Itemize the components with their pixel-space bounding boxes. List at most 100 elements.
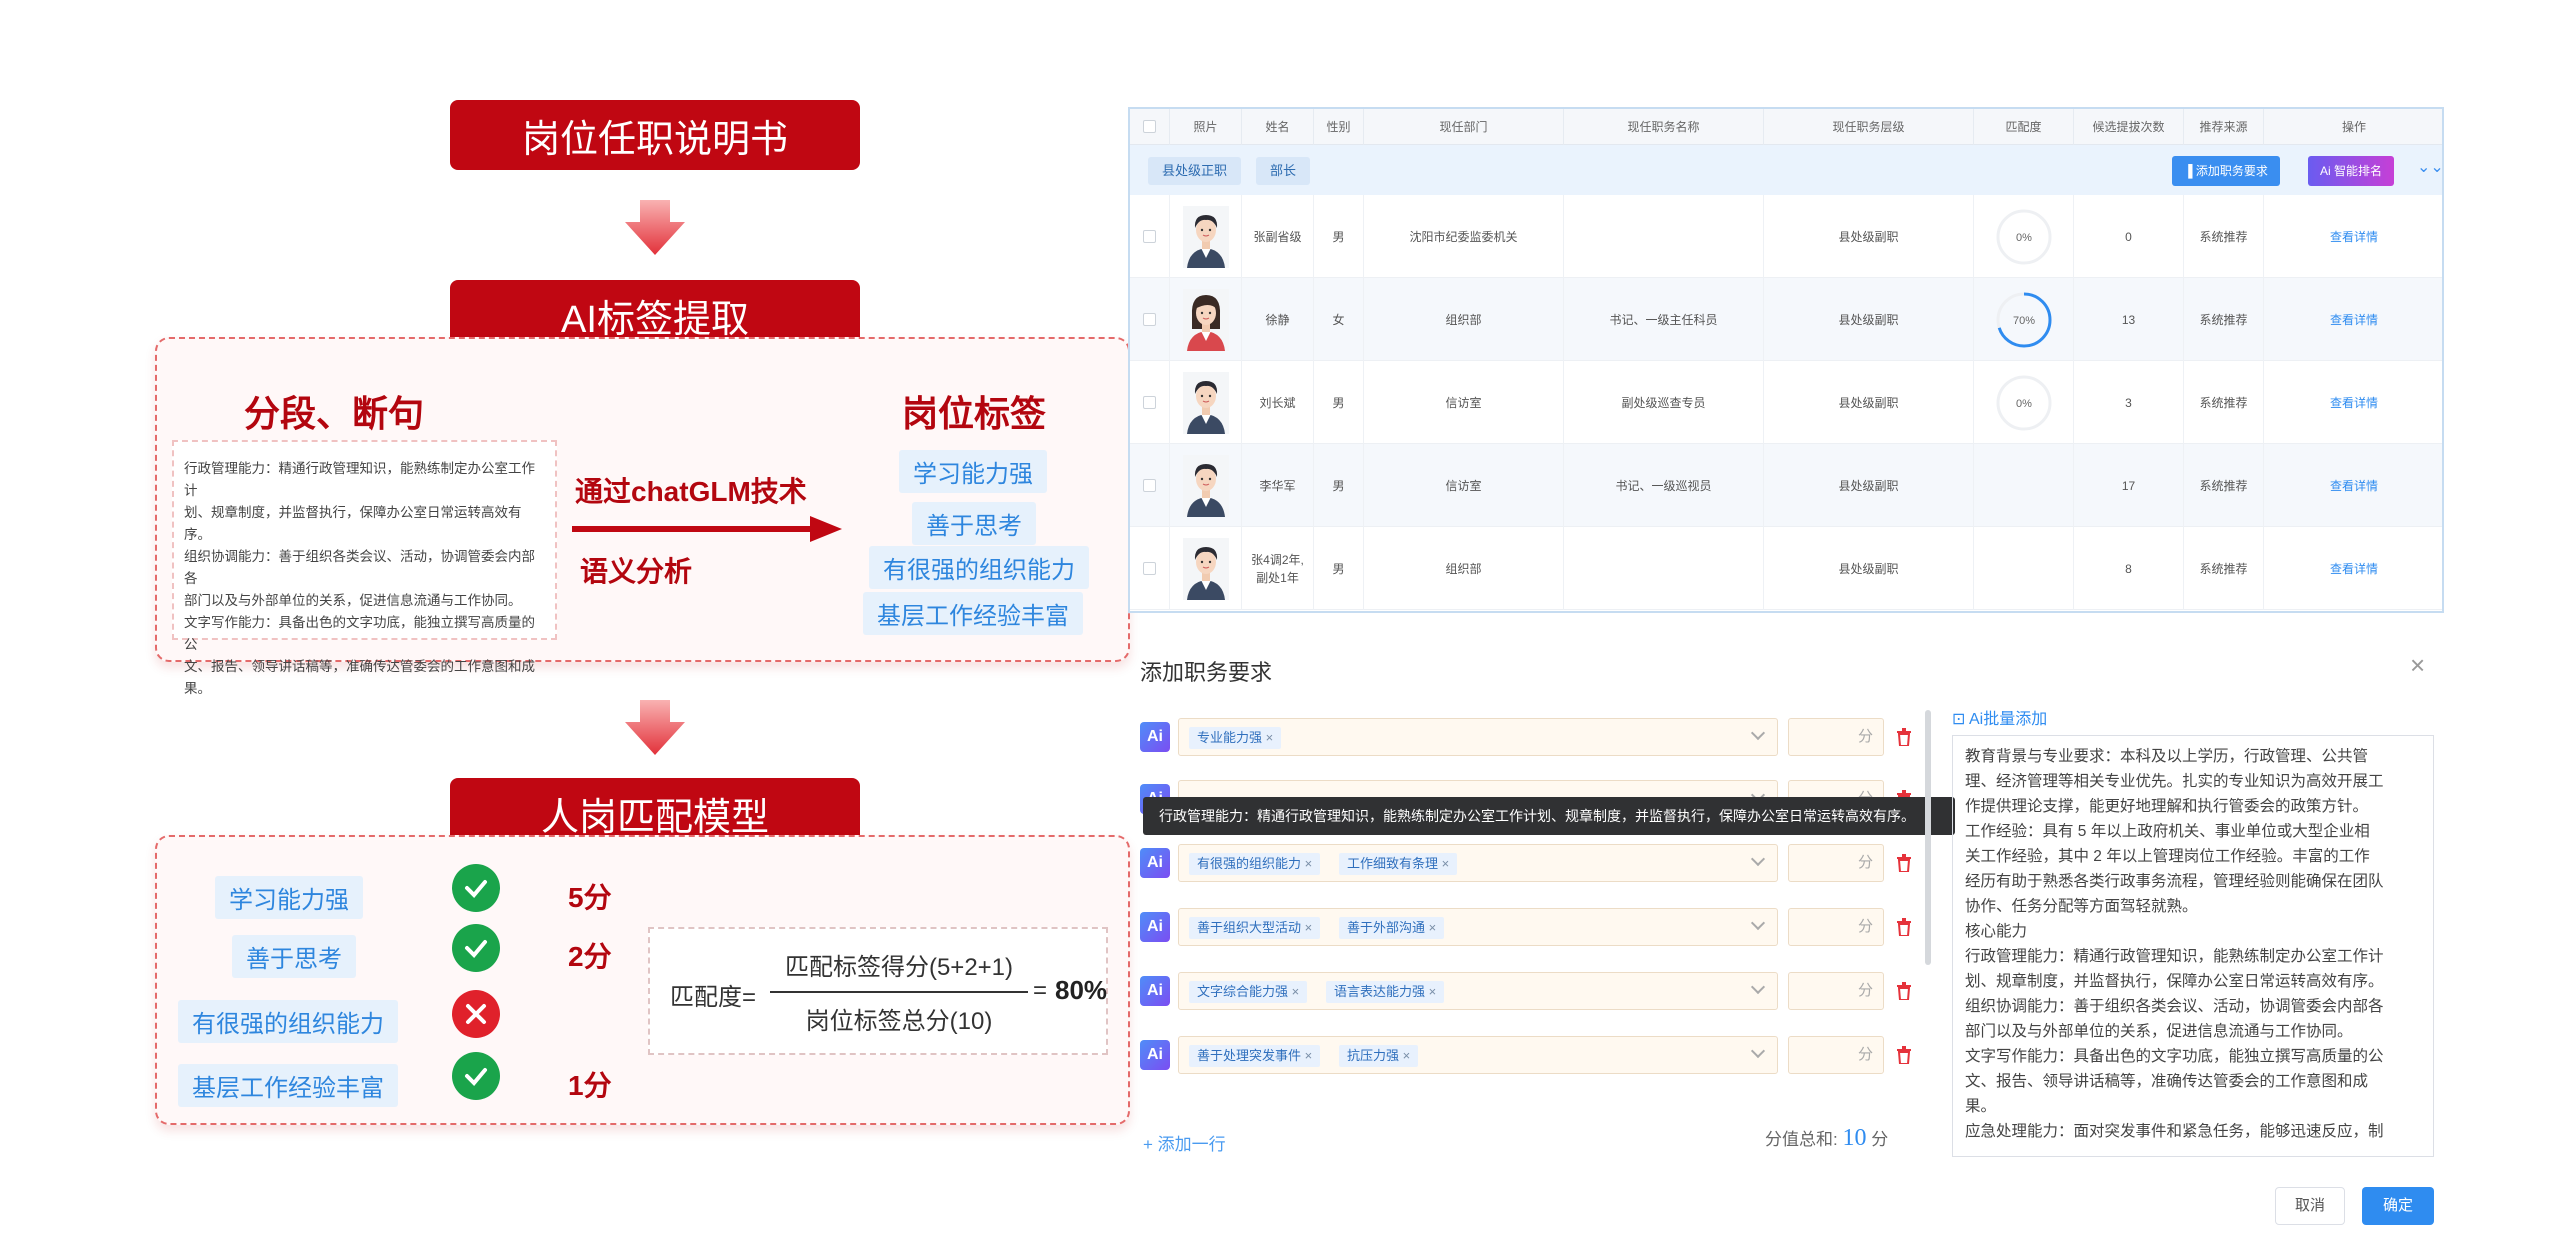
text-line: 文、报告、领导讲话稿等，准确传达管委会的工作意图和成 bbox=[184, 659, 535, 674]
add-requirement-button[interactable]: ▐ 添加职务要求 bbox=[2172, 156, 2280, 186]
result-tag: 学习能力强 bbox=[899, 450, 1047, 493]
cell-gender: 男 bbox=[1314, 361, 1364, 444]
cell-name: 徐静 bbox=[1242, 278, 1314, 361]
cell-source: 系统推荐 bbox=[2184, 195, 2264, 278]
th-photo: 照片 bbox=[1170, 109, 1242, 145]
avatar bbox=[1170, 527, 1242, 610]
description-textarea[interactable]: 教育背景与专业要求：本科及以上学历，行政管理、公共管 理、经济管理等相关专业优先。… bbox=[1952, 735, 2434, 1157]
cell-level: 县处级副职 bbox=[1764, 527, 1974, 610]
row-checkbox[interactable] bbox=[1130, 361, 1170, 444]
remove-tag-icon[interactable]: × bbox=[1305, 1048, 1313, 1063]
description-line: 果。 bbox=[1965, 1098, 1997, 1115]
ai-badge-icon[interactable]: Ai bbox=[1140, 912, 1170, 942]
remove-tag-icon[interactable]: × bbox=[1429, 984, 1437, 999]
match-score: 2分 bbox=[568, 941, 612, 972]
smart-rank-button[interactable]: Ai 智能排名 bbox=[2308, 156, 2395, 186]
import-icon: ⊡ bbox=[1952, 711, 1969, 728]
trash-icon[interactable] bbox=[1896, 918, 1912, 936]
tag-select[interactable]: 善于组织大型活动 × 善于外部沟通 × bbox=[1178, 908, 1778, 946]
score-total: 分值总和: 10 分 bbox=[1765, 1125, 1888, 1152]
text-line: 组织协调能力：善于组织各类会议、活动，协调管委会内部各 bbox=[184, 549, 535, 586]
chevron-down-icon[interactable] bbox=[1750, 1043, 1766, 1059]
result-tag: 基层工作经验丰富 bbox=[863, 592, 1083, 635]
score-input[interactable]: 分 bbox=[1788, 1036, 1884, 1074]
th-match: 匹配度 bbox=[1974, 109, 2074, 145]
remove-tag-icon[interactable]: × bbox=[1442, 856, 1450, 871]
selected-tag: 善于处理突发事件 × bbox=[1189, 1045, 1321, 1067]
score-input[interactable]: 分 bbox=[1788, 718, 1884, 756]
th-source: 推荐来源 bbox=[2184, 109, 2264, 145]
score-input[interactable]: 分 bbox=[1788, 844, 1884, 882]
row-checkbox[interactable] bbox=[1130, 444, 1170, 527]
cell-match bbox=[1974, 444, 2074, 527]
filter-row: 县处级正职 部长 ▐ 添加职务要求 Ai 智能排名 ⌄⌄ bbox=[1130, 145, 2444, 195]
cancel-button[interactable]: 取消 bbox=[2275, 1187, 2345, 1225]
cell-name: 李华军 bbox=[1242, 444, 1314, 527]
view-details-link[interactable]: 查看详情 bbox=[2264, 361, 2444, 444]
trash-icon[interactable] bbox=[1896, 728, 1912, 746]
chevron-down-icon[interactable] bbox=[1750, 979, 1766, 995]
table-row: 刘长斌男信访室 副处级巡查专员 县处级副职 0% 3 系统推荐 查看详情 bbox=[1130, 361, 2442, 444]
header-checkbox[interactable] bbox=[1130, 109, 1170, 145]
trash-icon[interactable] bbox=[1896, 1046, 1912, 1064]
cell-dept: 沈阳市纪委监委机关 bbox=[1364, 195, 1564, 278]
remove-tag-icon[interactable]: × bbox=[1305, 920, 1313, 935]
filter-chip-level[interactable]: 县处级正职 bbox=[1148, 157, 1242, 185]
double-chevron-down-icon[interactable]: ⌄⌄ bbox=[2417, 157, 2444, 177]
view-details-link[interactable]: 查看详情 bbox=[2264, 195, 2444, 278]
cell-count: 3 bbox=[2074, 361, 2184, 444]
ai-badge-icon[interactable]: Ai bbox=[1140, 848, 1170, 878]
remove-tag-icon[interactable]: × bbox=[1429, 920, 1437, 935]
match-tag: 学习能力强 bbox=[215, 876, 363, 919]
score-input[interactable]: 分 bbox=[1788, 972, 1884, 1010]
table-row: 张副省级男沈阳市纪委监委机关 县处级副职 0% 0 系统推荐 查看详情 bbox=[1130, 195, 2442, 278]
confirm-button[interactable]: 确定 bbox=[2362, 1187, 2434, 1225]
trash-icon[interactable] bbox=[1896, 854, 1912, 872]
page-root: 岗位任职说明书 AI标签提取 分段、断句 岗位标签 行政管理能力：精通行政管理知… bbox=[0, 0, 2560, 1260]
cell-dept: 组织部 bbox=[1364, 527, 1564, 610]
view-details-link[interactable]: 查看详情 bbox=[2264, 527, 2444, 610]
remove-tag-icon[interactable]: × bbox=[1305, 856, 1313, 871]
avatar-icon bbox=[1182, 537, 1229, 600]
cell-gender: 男 bbox=[1314, 527, 1364, 610]
chevron-down-icon[interactable] bbox=[1750, 915, 1766, 931]
chevron-down-icon[interactable] bbox=[1750, 851, 1766, 867]
th-action: 操作 bbox=[2341, 120, 2366, 134]
remove-tag-icon[interactable]: × bbox=[1266, 730, 1274, 745]
add-row-button[interactable]: + 添加一行 bbox=[1143, 1130, 1226, 1155]
cell-match bbox=[1974, 527, 2074, 610]
filter-chip-position[interactable]: 部长 bbox=[1256, 157, 1311, 185]
view-details-link[interactable]: 查看详情 bbox=[2264, 444, 2444, 527]
tag-select[interactable]: 善于处理突发事件 × 抗压力强 × bbox=[1178, 1036, 1778, 1074]
description-line: 核心能力 bbox=[1965, 923, 2028, 940]
total-unit: 分 bbox=[1871, 1130, 1889, 1149]
match-tag: 基层工作经验丰富 bbox=[178, 1064, 398, 1107]
ai-badge-icon[interactable]: Ai bbox=[1140, 976, 1170, 1006]
tag-select[interactable]: 文字综合能力强 × 语言表达能力强 × bbox=[1178, 972, 1778, 1010]
tag-select[interactable]: 有很强的组织能力 × 工作细致有条理 × bbox=[1178, 844, 1778, 882]
remove-tag-icon[interactable]: × bbox=[1403, 1048, 1411, 1063]
requirement-row: Ai 善于组织大型活动 × 善于外部沟通 × 分 bbox=[1140, 908, 1911, 948]
ai-badge-icon[interactable]: Ai bbox=[1140, 1040, 1170, 1070]
ai-badge-icon[interactable]: Ai bbox=[1140, 722, 1170, 752]
row-checkbox[interactable] bbox=[1130, 278, 1170, 361]
semantic-label: 语义分析 bbox=[580, 556, 693, 587]
th-title: 现任职务名称 bbox=[1564, 109, 1764, 145]
bar-chart-icon: ▐ bbox=[2184, 164, 2196, 178]
cell-level: 县处级副职 bbox=[1764, 278, 1974, 361]
tag-select[interactable]: 专业能力强 × bbox=[1178, 718, 1778, 756]
score-input[interactable]: 分 bbox=[1788, 908, 1884, 946]
description-line: 经历有助于熟悉各类行政事务流程，管理经验则能确保在团队 bbox=[1965, 873, 2384, 890]
trash-icon[interactable] bbox=[1896, 982, 1912, 1000]
view-details-link[interactable]: 查看详情 bbox=[2264, 278, 2444, 361]
rows-scrollbar[interactable] bbox=[1925, 710, 1931, 965]
description-line: 文、报告、领导讲话稿等，准确传达管委会的工作意图和成 bbox=[1965, 1073, 2369, 1090]
row-checkbox[interactable] bbox=[1130, 527, 1170, 610]
row-checkbox[interactable] bbox=[1130, 195, 1170, 278]
chevron-down-icon[interactable] bbox=[1750, 725, 1766, 741]
ai-batch-add-button[interactable]: ⊡ Ai批量添加 bbox=[1952, 705, 2047, 729]
description-line: 划、规章制度，并监督执行，保障办公室日常运转高效有序。 bbox=[1965, 973, 2384, 990]
remove-tag-icon[interactable]: × bbox=[1292, 984, 1300, 999]
close-icon[interactable]: × bbox=[2410, 650, 2425, 681]
down-arrow-icon bbox=[625, 200, 685, 255]
